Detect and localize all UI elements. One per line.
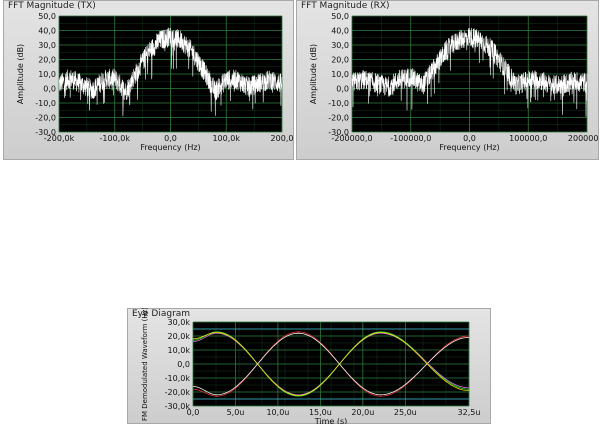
x-axis-label: Frequency (Hz)	[439, 143, 499, 152]
x-tick-label: 200,0	[271, 134, 294, 143]
y-tick-label: -10,0k	[165, 374, 191, 383]
x-tick-label: 25,0u	[394, 408, 417, 417]
y-axis-label: Amplitude (dB)	[309, 44, 318, 104]
y-tick-label: 20,0	[331, 56, 349, 65]
y-tick-label: 10,0	[331, 70, 349, 79]
y-tick-label: 30,0	[331, 41, 349, 50]
y-tick-label: 50,0	[38, 12, 56, 21]
y-axis-label: FM Demodulated Waveform (Hz)	[141, 308, 149, 421]
y-tick-label: -10,0	[35, 99, 56, 108]
y-tick-label: -10,0	[328, 99, 349, 108]
y-tick-label: 0,0	[43, 85, 56, 94]
fft-rx-chart: -200000,0-100000,00,0100000,0200000,050,…	[309, 12, 599, 152]
y-tick-label: -30,0	[328, 128, 349, 137]
x-tick-label: 100,0k	[212, 134, 240, 143]
y-tick-label: 10,0k	[168, 346, 191, 355]
x-tick-label: 15,0u	[309, 408, 332, 417]
y-tick-label: 20,0	[38, 56, 56, 65]
y-tick-label: 30,0k	[168, 318, 191, 327]
y-tick-label: 50,0	[331, 12, 349, 21]
y-tick-label: 30,0	[38, 41, 56, 50]
y-tick-label: 40,0	[331, 27, 349, 36]
y-tick-label: -20,0	[35, 114, 56, 123]
eye-diagram-chart: 0,0 5,0u 10,0u 15,0u 20,0u 25,0u 32,5u 30,0k 20,…	[141, 308, 481, 424]
x-tick-label: 100000,0	[509, 134, 547, 143]
x-tick-label: 0,0	[164, 134, 177, 143]
y-tick-label: 0,0	[177, 360, 190, 369]
y-tick-label: 20,0k	[168, 332, 191, 341]
x-tick-label: 5,0u	[227, 408, 245, 417]
x-tick-label: 20,0u	[351, 408, 374, 417]
x-tick-label: 32,5u	[458, 408, 481, 417]
x-tick-label: 10,0u	[266, 408, 289, 417]
y-tick-label: -30,0k	[165, 402, 191, 411]
y-tick-label: 40,0	[38, 27, 56, 36]
y-tick-label: -30,0	[35, 128, 56, 137]
x-tick-label: -100000,0	[390, 134, 431, 143]
y-axis-label: Amplitude (dB)	[16, 44, 25, 104]
y-tick-label: -20,0	[328, 114, 349, 123]
fft-tx-chart: -200,0k -100,0k 0,0 100,0k 200,050,040,030,0…	[16, 12, 294, 152]
y-tick-label: 10,0	[38, 70, 56, 79]
x-axis-label: Time (s)	[314, 417, 348, 424]
x-tick-label: 200000,0	[568, 134, 599, 143]
y-tick-label: -20,0k	[165, 388, 191, 397]
y-tick-label: 0,0	[336, 85, 349, 94]
x-tick-label: -100,0k	[100, 134, 131, 143]
x-tick-label: 0,0	[463, 134, 476, 143]
x-axis-label: Frequency (Hz)	[140, 143, 200, 152]
